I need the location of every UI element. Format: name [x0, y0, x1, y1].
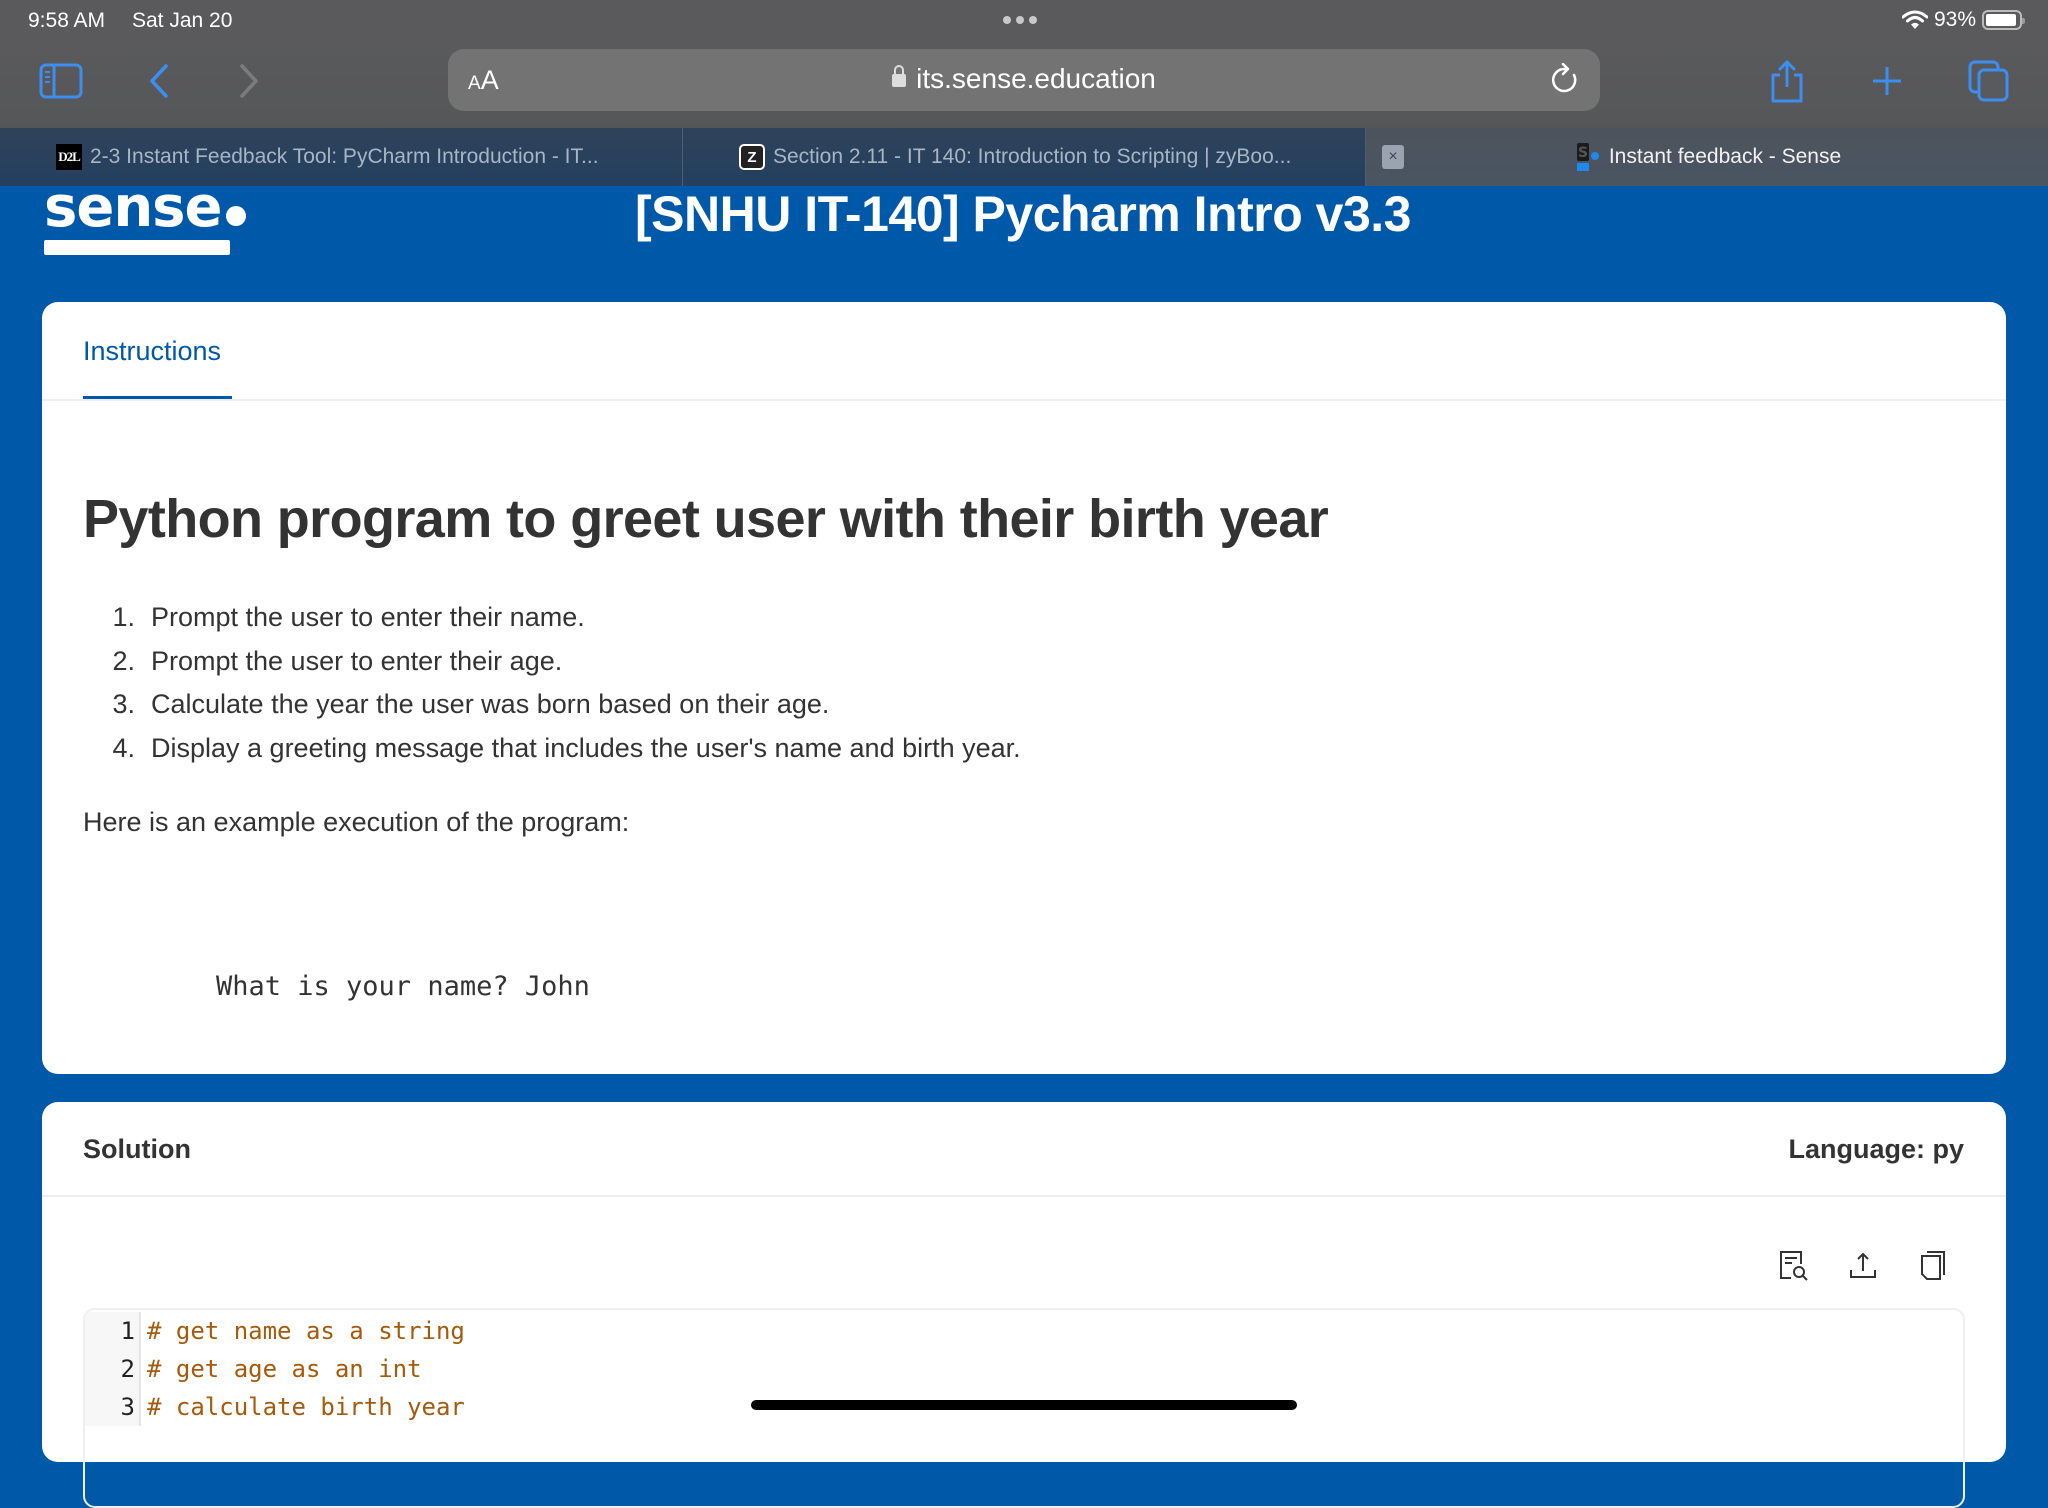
tab-overview-icon: [1968, 60, 2009, 102]
code-line: 2 # get age as an int: [85, 1350, 1963, 1388]
browser-tab-sense-active[interactable]: × S Instant feedback - Sense: [1366, 128, 2048, 186]
sidebar-icon: [39, 63, 83, 99]
status-right: 93%: [1901, 8, 2025, 32]
solution-title: Solution: [83, 1134, 191, 1164]
instructions-heading: Python program to greet user with their …: [83, 489, 1329, 549]
upload-icon[interactable]: [1846, 1248, 1880, 1282]
list-item: 3. Calculate the year the user was born b…: [112, 689, 830, 719]
url-text: its.sense.education: [916, 63, 1156, 94]
list-item: 2. Prompt the user to enter their age.: [112, 645, 563, 676]
list-item: 1. Prompt the user to enter their name.: [112, 602, 585, 632]
d2l-favicon-icon: D2L: [56, 144, 82, 170]
line-number: 3: [85, 1388, 141, 1426]
list-item: 4. Display a greeting message that includ…: [112, 732, 1021, 763]
code-line: 1 # get name as a string: [85, 1312, 1963, 1350]
new-tab-button[interactable]: [1862, 58, 1912, 104]
battery-icon: [1982, 10, 2025, 30]
close-tab-icon[interactable]: ×: [1382, 145, 1404, 169]
new-tab-icon: [1873, 67, 1901, 95]
back-button[interactable]: [134, 58, 184, 104]
example-line: What is your name? John: [216, 971, 590, 1002]
code-comment: # get age as an int: [147, 1355, 422, 1383]
svg-text:S: S: [1578, 145, 1588, 161]
browser-toolbar: AA its.sense.education: [0, 42, 2048, 128]
copy-icon[interactable]: [1916, 1248, 1950, 1282]
back-icon: [150, 64, 168, 98]
code-comment: # calculate birth year: [147, 1393, 465, 1421]
review-icon[interactable]: [1776, 1248, 1810, 1282]
url-display[interactable]: its.sense.education: [448, 63, 1600, 95]
lock-icon: [892, 65, 907, 87]
status-bar: 9:58 AM Sat Jan 20 93%: [0, 0, 2048, 42]
page-header: sense [SNHU IT-140] Pycharm Intro v3.3: [0, 180, 2048, 302]
instruction-steps: 1. Prompt the user to enter their name. 2…: [83, 602, 1021, 776]
address-bar[interactable]: AA its.sense.education: [448, 49, 1600, 111]
tab-title: Section 2.11 - IT 140: Introduction to S…: [773, 145, 1292, 168]
code-comment: # get name as a string: [147, 1317, 465, 1345]
tab-title: 2-3 Instant Feedback Tool: PyCharm Intro…: [90, 145, 599, 168]
multitasking-dots[interactable]: [1003, 16, 1037, 24]
tab-instructions[interactable]: Instructions: [83, 336, 221, 367]
forward-button[interactable]: [224, 58, 274, 104]
sense-favicon-icon: S: [1576, 143, 1599, 171]
example-intro: Here is an example execution of the prog…: [83, 807, 630, 837]
line-number: 2: [85, 1350, 141, 1388]
share-icon: [1771, 59, 1803, 103]
home-indicator[interactable]: [751, 1400, 1297, 1410]
status-time: 9:58 AM: [28, 9, 106, 32]
battery-percent: 93%: [1933, 8, 1976, 31]
solution-toolbar: [1776, 1248, 1950, 1282]
line-number: 1: [85, 1312, 141, 1350]
zybooks-favicon-icon: Z: [739, 144, 765, 170]
page-title: [SNHU IT-140] Pycharm Intro v3.3: [635, 186, 1411, 242]
browser-chrome: 9:58 AM Sat Jan 20 93% AA its.sense.educ…: [0, 0, 2048, 186]
divider: [42, 1195, 2006, 1197]
language-label: Language: py: [1788, 1134, 1964, 1164]
share-button[interactable]: [1762, 58, 1812, 104]
status-date: Sat Jan 20: [132, 9, 233, 32]
forward-icon: [240, 64, 258, 98]
sidebar-button[interactable]: [36, 58, 86, 104]
divider: [42, 399, 2006, 401]
tab-overview-button[interactable]: [1964, 58, 2014, 104]
browser-tab-zybooks[interactable]: Z Section 2.11 - IT 140: Introduction to…: [683, 128, 1366, 186]
instructions-card: Instructions Python program to greet use…: [42, 302, 2006, 1263]
reload-icon[interactable]: [1548, 63, 1582, 97]
tab-bar: D2L 2-3 Instant Feedback Tool: PyCharm I…: [0, 128, 2048, 186]
tab-title: Instant feedback - Sense: [1608, 145, 1842, 168]
wifi-icon: [1901, 10, 1928, 29]
logo-underline: [44, 240, 230, 255]
